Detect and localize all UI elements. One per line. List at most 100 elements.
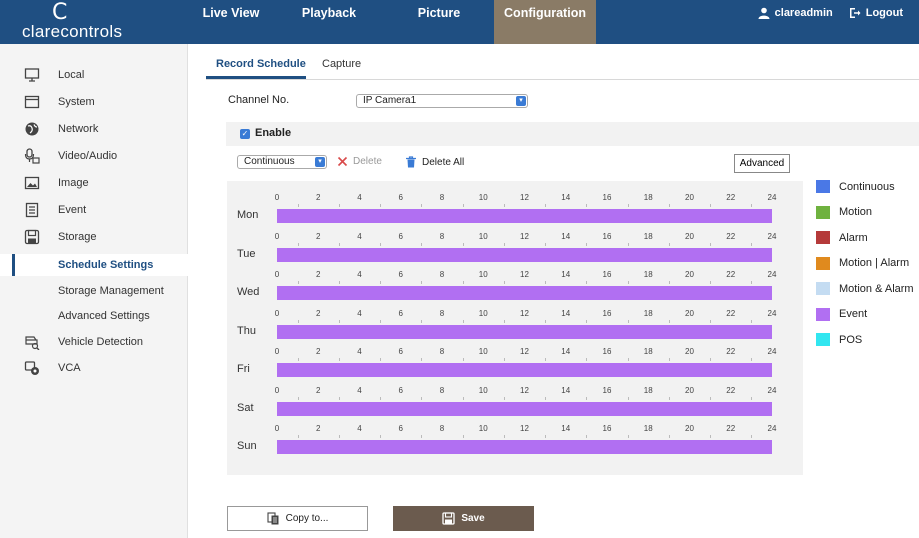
day-label: Sun [237, 440, 257, 452]
hour-tick-label: 14 [561, 308, 571, 318]
logout-button[interactable]: Logout [849, 0, 903, 26]
legend-item: Motion & Alarm [816, 282, 914, 295]
hour-tick-mark [503, 396, 505, 400]
hour-tick-label: 24 [767, 193, 777, 202]
trash-icon [406, 156, 416, 168]
sidebar-item-label: Storage Management [58, 285, 164, 297]
legend-swatch [816, 333, 830, 346]
delete-all-button[interactable]: Delete All [405, 156, 464, 168]
sidebar-item-vehicle-detection[interactable]: Vehicle Detection [0, 331, 188, 353]
hour-tick-label: 4 [357, 424, 362, 433]
sidebar-item-network[interactable]: Network [0, 118, 188, 140]
hour-tick-label: 2 [316, 347, 321, 356]
user-menu[interactable]: clareadmin [758, 0, 833, 26]
hour-tick-mark [503, 281, 505, 284]
hour-axis: 0 2 4 6 8 10 12 14 16 18 20 22 24 [275, 270, 776, 284]
hour-tick-mark [710, 204, 712, 207]
hour-tick-mark [668, 242, 670, 246]
logout-icon [849, 8, 861, 18]
hour-tick-label: 20 [685, 424, 694, 433]
hour-tick-mark [297, 281, 299, 284]
sidebar-item-image[interactable]: Image [0, 172, 188, 194]
tab-capture[interactable]: Capture [322, 58, 361, 70]
sidebar-item-vca[interactable]: VCA [0, 357, 188, 379]
hour-tick-label: 2 [316, 308, 321, 318]
sidebar-item-system[interactable]: System [0, 91, 188, 113]
hour-tick-label: 6 [398, 231, 403, 241]
nav-playback[interactable]: Playback [274, 0, 384, 44]
hour-tick-label: 24 [767, 270, 777, 279]
vehicle-detection-icon [25, 336, 40, 350]
legend-swatch [816, 231, 830, 244]
sidebar-item-event[interactable]: Event [0, 199, 188, 221]
sidebar-item-storage[interactable]: Storage [0, 226, 188, 248]
day-label: Fri [237, 363, 250, 375]
record-mode-value: Continuous [244, 156, 295, 167]
advanced-button[interactable]: Advanced [734, 154, 790, 173]
nav-live-view[interactable]: Live View [188, 0, 274, 44]
enable-checkbox[interactable]: ✓ [240, 129, 250, 139]
legend-label: POS [839, 333, 863, 346]
hour-tick-label: 14 [561, 270, 571, 279]
hour-tick-mark [586, 204, 588, 207]
hour-tick-label: 12 [520, 385, 529, 395]
sidebar-item-schedule-settings[interactable]: Schedule Settings [0, 254, 188, 276]
hour-tick-mark [710, 358, 712, 361]
sidebar-item-label: Advanced Settings [58, 310, 150, 322]
hour-tick-mark [421, 358, 423, 361]
enable-bar: ✓ Enable [226, 122, 919, 146]
channel-select[interactable]: IP Camera1 ▾ [356, 94, 528, 108]
hour-tick-mark [627, 319, 629, 323]
schedule-bar-fri[interactable] [277, 363, 772, 377]
schedule-bar-tue[interactable] [277, 247, 772, 262]
hour-tick-label: 14 [561, 193, 571, 202]
hour-tick-label: 10 [478, 231, 488, 241]
legend-label: Alarm [839, 231, 868, 244]
hour-tick-label: 12 [520, 193, 529, 202]
hour-tick-label: 2 [316, 193, 321, 202]
save-button[interactable]: Save [393, 506, 534, 531]
storage-icon [24, 229, 40, 245]
legend-item: Alarm [816, 231, 868, 244]
sidebar-item-storage-management[interactable]: Storage Management [0, 280, 188, 302]
sidebar-item-video-audio[interactable]: Video/Audio [0, 145, 188, 167]
hour-tick-label: 24 [767, 424, 777, 433]
schedule-bar-thu[interactable] [277, 324, 772, 339]
hour-tick-label: 10 [478, 193, 488, 202]
hour-tick-mark [462, 242, 464, 246]
hour-tick-mark [710, 435, 712, 438]
hour-tick-label: 6 [398, 347, 403, 356]
event-icon [25, 202, 39, 218]
copy-to-button[interactable]: Copy to... [227, 506, 368, 531]
hour-tick-label: 4 [357, 347, 362, 356]
schedule-bar-sat[interactable] [277, 401, 772, 416]
sidebar-item-label: Event [58, 204, 87, 216]
brand-name: clarecontrols [22, 22, 123, 41]
sidebar-item-local[interactable]: Local [0, 64, 188, 86]
hour-tick-label: 22 [726, 347, 736, 356]
copy-to-label: Copy to... [285, 513, 329, 524]
hour-tick-label: 16 [602, 385, 612, 395]
day-label: Sat [237, 401, 254, 414]
hour-tick-label: 12 [520, 424, 529, 433]
nav-configuration[interactable]: Configuration [494, 0, 596, 44]
hour-tick-label: 14 [561, 385, 571, 395]
delete-button[interactable]: Delete [337, 156, 382, 167]
schedule-bar-sun[interactable] [277, 440, 772, 454]
hour-tick-label: 2 [316, 424, 321, 433]
hour-tick-mark [380, 281, 382, 284]
tab-record-schedule[interactable]: Record Schedule [216, 58, 306, 70]
hour-tick-label: 8 [439, 270, 445, 279]
schedule-bar-mon[interactable] [277, 209, 772, 223]
hour-tick-mark [380, 319, 382, 323]
record-mode-select[interactable]: Continuous ▾ [237, 155, 327, 169]
hour-tick-label: 14 [561, 424, 571, 433]
schedule-bar-wed[interactable] [277, 286, 772, 300]
hour-tick-mark [545, 319, 547, 323]
hour-tick-mark [503, 319, 505, 323]
sidebar-item-advanced-settings[interactable]: Advanced Settings [0, 305, 188, 327]
hour-tick-label: 14 [561, 347, 571, 356]
nav-picture[interactable]: Picture [384, 0, 494, 44]
hour-tick-mark [668, 358, 670, 361]
hour-tick-label: 22 [726, 424, 736, 433]
